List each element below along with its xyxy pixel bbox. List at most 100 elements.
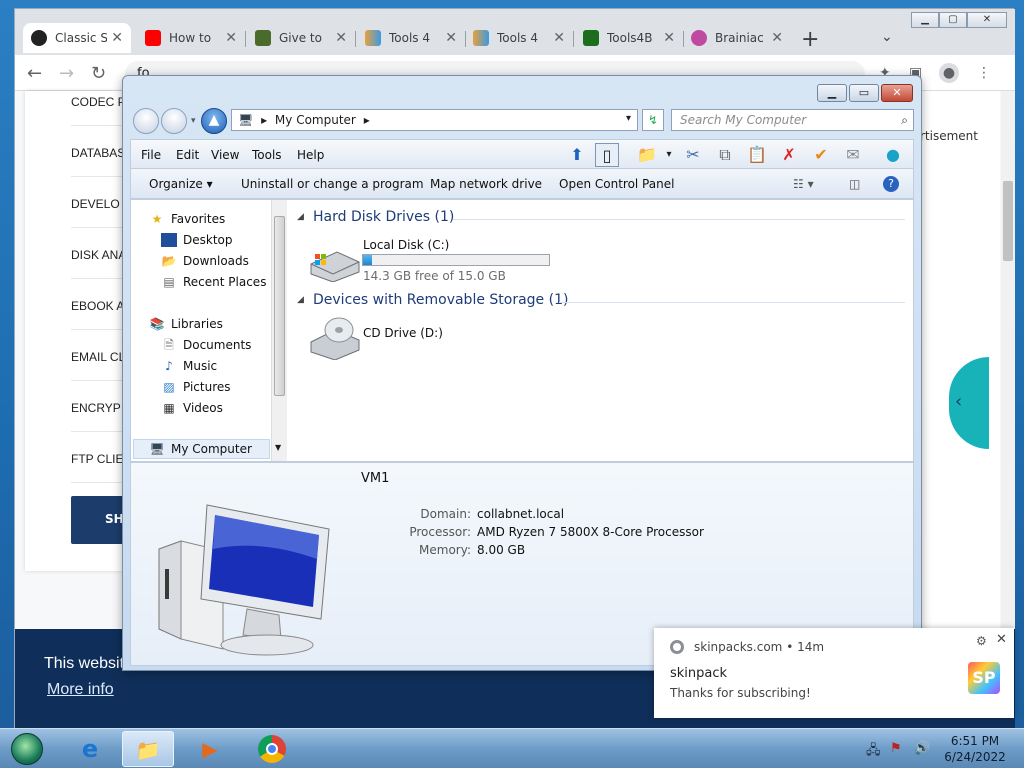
delete-icon[interactable]: ✗ [777,143,801,167]
maximize-icon[interactable]: ▢ [939,12,967,28]
local-disk-item[interactable]: Local Disk (C:) 14.3 GB free of 15.0 GB [305,234,565,284]
favorites-folder-icon[interactable]: 📁 [635,143,659,167]
organize-button[interactable]: Organize ▾ [149,177,213,191]
close-icon[interactable]: ✕ [335,30,347,46]
notification-toast[interactable]: skinpacks.com • 14m ⚙ ✕ skinpack Thanks … [654,628,1014,718]
back-icon[interactable] [133,108,159,134]
close-icon[interactable]: ✕ [225,30,237,46]
chrome-icon[interactable] [246,731,298,767]
map-network-drive-button[interactable]: Map network drive [430,177,542,191]
help-icon[interactable]: ? [883,176,899,192]
maximize-icon[interactable]: ▭ [849,84,879,102]
category-link[interactable]: CODEC P [71,95,126,109]
collapse-arrow-icon[interactable]: ◢ [297,295,304,305]
start-button[interactable] [2,731,52,767]
volume-icon[interactable]: 🔊 [914,741,930,756]
collapse-arrow-icon[interactable]: ◢ [297,212,304,222]
tab-2[interactable]: Give to ✕ [247,23,355,53]
action-center-flag-icon[interactable]: ⚑ [890,741,902,756]
up-folder-icon[interactable]: ⬆ [565,143,589,167]
nav-my-computer[interactable]: 🖥 My Computer [149,442,252,456]
tab-5[interactable]: Tools4B ✕ [575,23,683,53]
up-arrow-icon[interactable]: ▲ [201,108,227,134]
new-tab-icon[interactable]: + [801,27,819,52]
gear-icon[interactable]: ⚙ [976,634,987,648]
globe-icon[interactable]: ● [881,143,905,167]
close-icon[interactable]: ✕ [771,30,783,46]
more-info-link[interactable]: More info [47,681,114,699]
nav-desktop[interactable]: Desktop [161,233,233,247]
forward-icon[interactable]: → [59,63,74,84]
internet-explorer-icon[interactable]: e [64,731,116,767]
search-input[interactable]: Search My Computer ⌕ [671,109,914,131]
menu-kebab-icon[interactable]: ⋮ [977,65,995,81]
nav-recent-places[interactable]: ▤ Recent Places [161,275,266,289]
uninstall-program-button[interactable]: Uninstall or change a program [241,177,424,191]
nav-videos[interactable]: ▦ Videos [161,401,223,415]
properties-icon[interactable]: ✉ [841,143,865,167]
close-icon[interactable]: ✕ [881,84,913,102]
close-window-icon[interactable]: ✕ [967,12,1007,28]
category-link[interactable]: EMAIL CL [71,350,125,364]
nav-music[interactable]: ♪ Music [161,359,217,373]
clock[interactable]: 6:51 PM 6/24/2022 [940,733,1010,765]
category-link[interactable]: FTP CLIE [71,452,123,466]
minimize-icon[interactable]: ▁ [817,84,847,102]
nav-documents[interactable]: 🗎 Documents [161,338,251,352]
nav-libraries[interactable]: 📚 Libraries [149,317,223,331]
media-player-icon[interactable]: ▶ [184,731,236,767]
copy-icon[interactable]: ⧉ [713,143,737,167]
nav-scroll-thumb[interactable] [274,216,285,396]
tab-4[interactable]: Tools 4 ✕ [465,23,573,53]
nav-downloads[interactable]: 📂 Downloads [161,254,249,268]
minimize-icon[interactable]: ▁ [911,12,939,28]
menu-edit[interactable]: Edit [176,148,199,162]
reload-icon[interactable]: ↻ [91,63,106,84]
open-control-panel-button[interactable]: Open Control Panel [559,177,674,191]
nav-scrollbar[interactable]: ▼ [271,200,287,461]
dropdown-icon[interactable]: ▾ [657,143,681,167]
network-icon[interactable]: 🖧 [866,741,881,763]
recent-pages-chevron-icon[interactable]: ▾ [191,116,196,126]
chevron-down-icon[interactable]: ⌄ [881,29,893,45]
address-dropdown-icon[interactable]: ▾ [626,113,631,124]
close-icon[interactable]: ✕ [553,30,565,46]
tab-3[interactable]: Tools 4 ✕ [357,23,465,53]
file-explorer-icon[interactable]: 📁 [122,731,174,767]
forward-icon[interactable] [161,108,187,134]
search-icon[interactable]: ⌕ [901,113,908,128]
hard-disk-drives-header[interactable]: Hard Disk Drives (1) [313,209,454,225]
nav-favorites[interactable]: ★ Favorites [149,212,226,226]
category-link[interactable]: EBOOK A [71,299,124,313]
refresh-icon[interactable]: ↯ [642,109,664,131]
scroll-down-icon[interactable]: ▼ [275,443,281,452]
tab-6[interactable]: Brainiac ✕ [683,23,791,53]
menu-file[interactable]: File [141,148,161,162]
cd-drive-item[interactable]: CD Drive (D:) [305,316,505,366]
menu-help[interactable]: Help [297,148,324,162]
folders-pane-icon[interactable]: ▯ [595,143,619,167]
category-link[interactable]: DEVELO [71,197,120,211]
menu-tools[interactable]: Tools [252,148,282,162]
nav-pictures[interactable]: ▨ Pictures [161,380,230,394]
tab-1[interactable]: How to ✕ [137,23,245,53]
checkmark-icon[interactable]: ✔ [809,143,833,167]
profile-avatar-icon[interactable]: ● [939,63,959,83]
close-icon[interactable]: ✕ [996,632,1007,647]
close-icon[interactable]: ✕ [111,30,123,46]
view-options-icon[interactable]: ☷ ▾ [793,177,814,191]
removable-storage-header[interactable]: Devices with Removable Storage (1) [313,292,568,308]
cut-icon[interactable]: ✂ [681,143,705,167]
back-icon[interactable]: ← [27,63,42,84]
category-link[interactable]: DISK ANA [71,248,126,262]
close-icon[interactable]: ✕ [663,30,675,46]
page-scroll-thumb[interactable] [1003,181,1013,261]
tab-0[interactable]: Classic S ✕ [23,23,131,53]
menu-view[interactable]: View [211,148,239,162]
category-link[interactable]: ENCRYP [71,401,121,415]
close-icon[interactable]: ✕ [445,30,457,46]
preview-pane-icon[interactable]: ◫ [849,177,860,191]
paste-icon[interactable]: 📋 [745,143,769,167]
category-link[interactable]: DATABAS [71,146,125,160]
address-field[interactable]: 🖥 ▸ My Computer ▸ ▾ [231,109,638,131]
